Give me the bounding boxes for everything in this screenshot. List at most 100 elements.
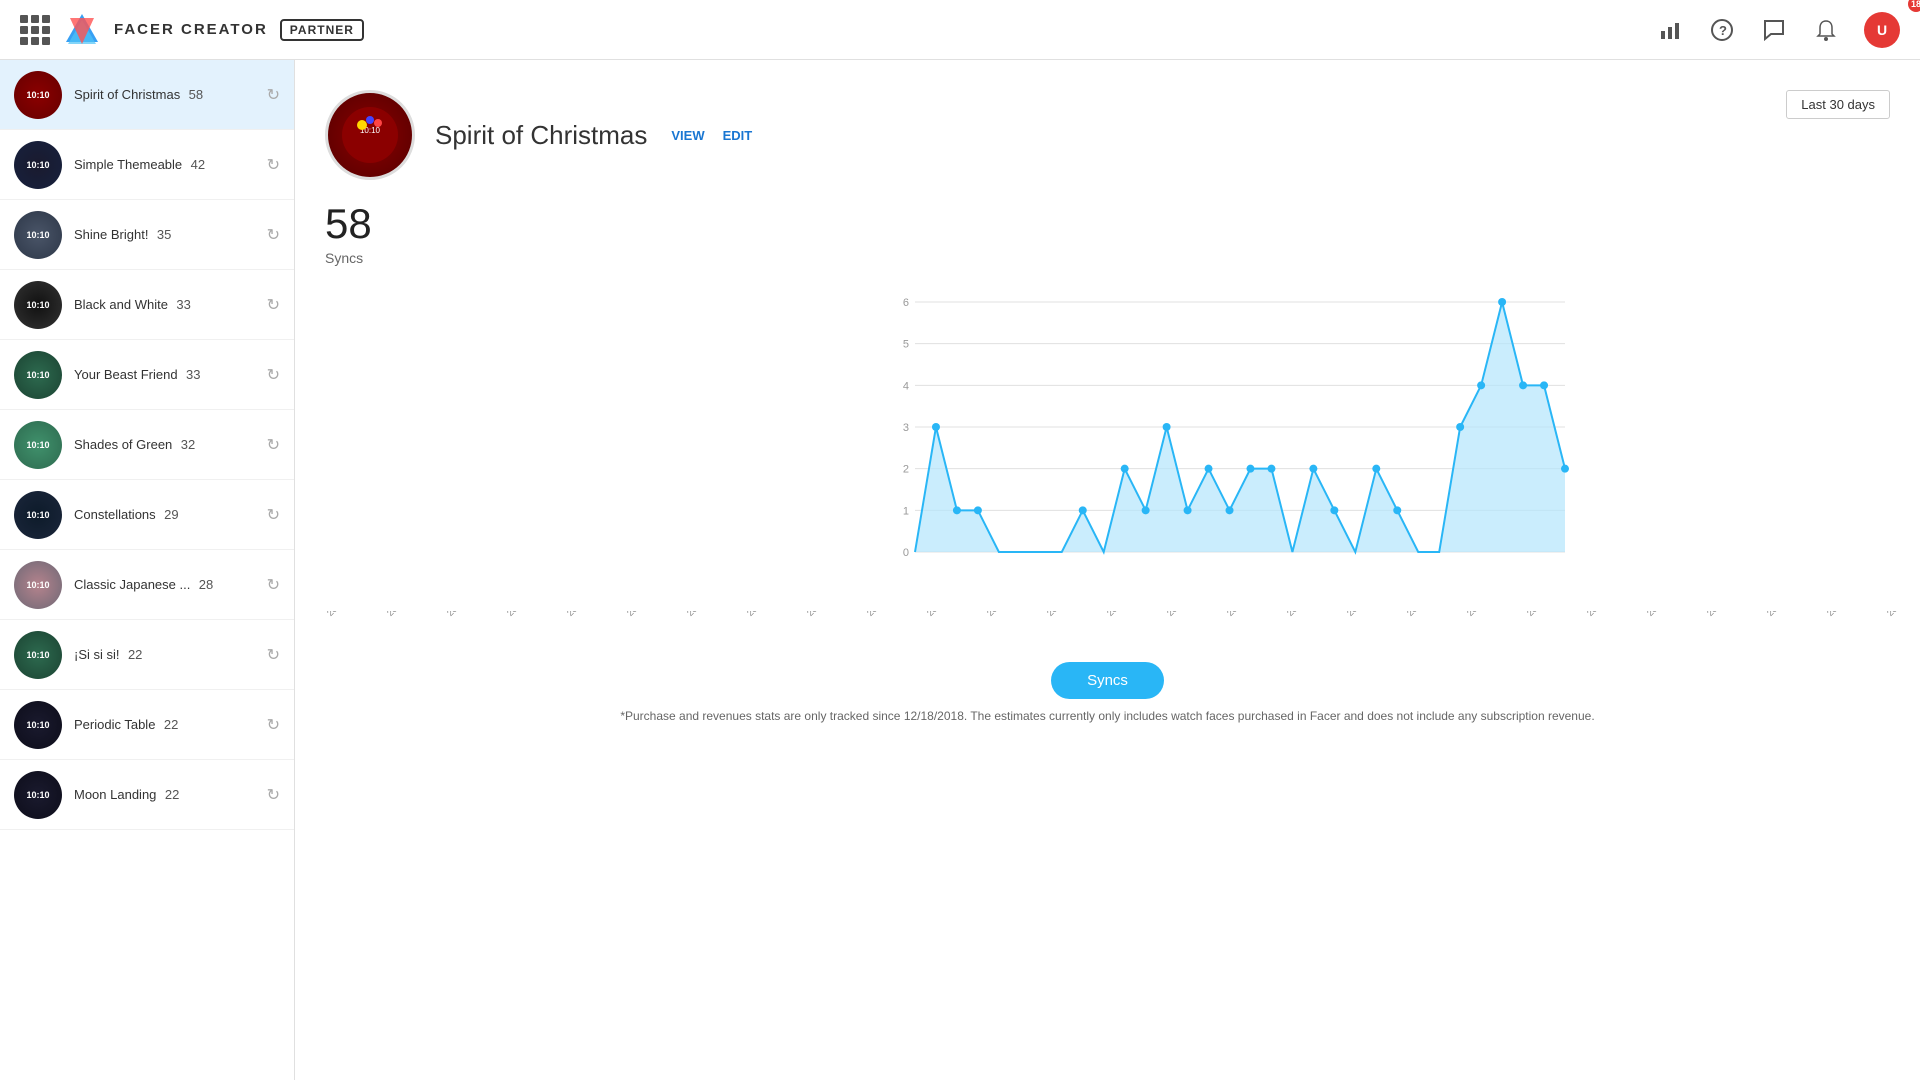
x-label: 2021-11-14 bbox=[925, 611, 974, 618]
item-info: ¡Si si si! 22 bbox=[74, 646, 255, 664]
sidebar-item-moon-landing[interactable]: 10:10 Moon Landing 22 ↻ bbox=[0, 760, 294, 830]
sidebar-item-si-si-si[interactable]: 10:10 ¡Si si si! 22 ↻ bbox=[0, 620, 294, 690]
x-label: 2021-11-06 bbox=[445, 611, 494, 618]
grid-menu-icon[interactable] bbox=[20, 15, 50, 45]
date-range-button[interactable]: Last 30 days bbox=[1786, 90, 1890, 119]
sidebar-item-simple-themeable[interactable]: 10:10 Simple Themeable 42 ↻ bbox=[0, 130, 294, 200]
sidebar-item-constellations[interactable]: 10:10 Constellations 29 ↻ bbox=[0, 480, 294, 550]
item-count: 33 bbox=[176, 297, 190, 312]
item-name: ¡Si si si! bbox=[74, 647, 120, 662]
sidebar-item-periodic-table[interactable]: 10:10 Periodic Table 22 ↻ bbox=[0, 690, 294, 760]
svg-text:3: 3 bbox=[903, 422, 909, 434]
x-label: 2021-11-28 bbox=[1765, 611, 1814, 618]
sync-icon: ↻ bbox=[267, 645, 280, 665]
item-name: Moon Landing bbox=[74, 787, 156, 802]
svg-text:1: 1 bbox=[903, 505, 909, 517]
watch-thumb: 10:10 bbox=[14, 771, 62, 819]
charts-container: 0 1 2 3 4 5 6 2021-11-04 2021-11-05 2021-11-06 20… bbox=[325, 282, 1890, 642]
x-axis-labels: 2021-11-042021-11-052021-11-062021-11-07… bbox=[325, 611, 1920, 621]
analytics-icon[interactable] bbox=[1656, 16, 1684, 44]
notification-icon[interactable] bbox=[1812, 16, 1840, 44]
x-label: 2021-11-08 bbox=[565, 611, 614, 618]
svg-text:5: 5 bbox=[903, 339, 909, 351]
x-label: 2021-11-12 bbox=[805, 611, 854, 618]
logo-icon bbox=[62, 10, 102, 50]
sync-icon: ↻ bbox=[267, 785, 280, 805]
edit-link[interactable]: EDIT bbox=[723, 128, 753, 143]
x-label: 2021-11-24 bbox=[1525, 611, 1574, 618]
footnote: *Purchase and revenues stats are only tr… bbox=[325, 709, 1890, 723]
x-label: 2021-11-18 bbox=[1165, 611, 1214, 618]
sync-icon: ↻ bbox=[267, 505, 280, 525]
item-count: 42 bbox=[191, 157, 205, 172]
sync-icon: ↻ bbox=[267, 365, 280, 385]
item-info: Moon Landing 22 bbox=[74, 786, 255, 804]
sidebar: 10:10 Spirit of Christmas 58 ↻ 10:10 Sim… bbox=[0, 60, 295, 1080]
sidebar-item-shades-of-green[interactable]: 10:10 Shades of Green 32 ↻ bbox=[0, 410, 294, 480]
item-count: 29 bbox=[164, 507, 178, 522]
item-name: Periodic Table bbox=[74, 717, 155, 732]
item-name: Classic Japanese ... bbox=[74, 577, 190, 592]
x-label: 2021-11-25 bbox=[1585, 611, 1634, 618]
chat-icon[interactable] bbox=[1760, 16, 1788, 44]
header-left: FACER CREATOR PARTNER bbox=[20, 10, 364, 50]
item-count: 35 bbox=[157, 227, 171, 242]
sync-icon: ↻ bbox=[267, 575, 280, 595]
item-name: Shine Bright! bbox=[74, 227, 148, 242]
partner-badge: PARTNER bbox=[280, 19, 364, 41]
item-info: Classic Japanese ... 28 bbox=[74, 576, 255, 594]
x-label: 2021-11-04 bbox=[325, 611, 374, 618]
x-label: 2021-11-16 bbox=[1045, 611, 1094, 618]
item-count: 33 bbox=[186, 367, 200, 382]
x-label: 2021-11-30 bbox=[1885, 611, 1920, 618]
x-label: 2021-11-13 bbox=[865, 611, 914, 618]
stats-row: 58 Syncs bbox=[325, 200, 1890, 266]
watch-thumb: 10:10 bbox=[14, 561, 62, 609]
item-name: Black and White bbox=[74, 297, 168, 312]
sync-icon: ↻ bbox=[267, 225, 280, 245]
item-name: Shades of Green bbox=[74, 437, 172, 452]
watch-thumb: 10:10 bbox=[14, 281, 62, 329]
watch-thumb: 10:10 bbox=[14, 351, 62, 399]
avatar-label: U bbox=[1877, 22, 1887, 38]
svg-text:0: 0 bbox=[903, 547, 909, 559]
item-info: Black and White 33 bbox=[74, 296, 255, 314]
watch-title-area: Spirit of Christmas VIEW EDIT bbox=[435, 120, 752, 151]
x-label: 2021-11-10 bbox=[685, 611, 734, 618]
sidebar-item-your-beast-friend[interactable]: 10:10 Your Beast Friend 33 ↻ bbox=[0, 340, 294, 410]
sync-icon: ↻ bbox=[267, 715, 280, 735]
svg-text:6: 6 bbox=[903, 297, 909, 309]
item-name: Constellations bbox=[74, 507, 156, 522]
item-info: Constellations 29 bbox=[74, 506, 255, 524]
main-layout: 10:10 Spirit of Christmas 58 ↻ 10:10 Sim… bbox=[0, 60, 1920, 1080]
item-count: 22 bbox=[128, 647, 142, 662]
sidebar-item-spirit-of-christmas[interactable]: 10:10 Spirit of Christmas 58 ↻ bbox=[0, 60, 294, 130]
view-link[interactable]: VIEW bbox=[671, 128, 704, 143]
syncs-section: Syncs *Purchase and revenues stats are o… bbox=[325, 662, 1890, 723]
x-label: 2021-11-09 bbox=[625, 611, 674, 618]
item-info: Shine Bright! 35 bbox=[74, 226, 255, 244]
x-label: 2021-11-05 bbox=[385, 611, 434, 618]
avatar[interactable]: U 18 bbox=[1864, 12, 1900, 48]
item-info: Your Beast Friend 33 bbox=[74, 366, 255, 384]
sidebar-list: 10:10 Spirit of Christmas 58 ↻ 10:10 Sim… bbox=[0, 60, 294, 830]
svg-text:4: 4 bbox=[903, 380, 909, 392]
x-label: 2021-11-27 bbox=[1705, 611, 1754, 618]
svg-text:2: 2 bbox=[903, 464, 909, 476]
sidebar-item-classic-japanese[interactable]: 10:10 Classic Japanese ... 28 ↻ bbox=[0, 550, 294, 620]
x-label: 2021-11-29 bbox=[1825, 611, 1874, 618]
watch-preview-image: 10:10 bbox=[325, 90, 415, 180]
sync-icon: ↻ bbox=[267, 155, 280, 175]
watch-thumb: 10:10 bbox=[14, 491, 62, 539]
content-area: Last 30 days 10:10 Spirit of Christmas V… bbox=[295, 60, 1920, 1080]
item-count: 28 bbox=[199, 577, 213, 592]
brand-name: FACER CREATOR bbox=[114, 21, 268, 38]
header: FACER CREATOR PARTNER ? U 18 bbox=[0, 0, 1920, 60]
item-count: 22 bbox=[165, 787, 179, 802]
x-label: 2021-11-23 bbox=[1465, 611, 1514, 618]
sidebar-item-black-and-white[interactable]: 10:10 Black and White 33 ↻ bbox=[0, 270, 294, 340]
sidebar-item-shine-bright[interactable]: 10:10 Shine Bright! 35 ↻ bbox=[0, 200, 294, 270]
x-label: 2021-11-20 bbox=[1285, 611, 1334, 618]
syncs-button[interactable]: Syncs bbox=[1051, 662, 1164, 699]
help-icon[interactable]: ? bbox=[1708, 16, 1736, 44]
